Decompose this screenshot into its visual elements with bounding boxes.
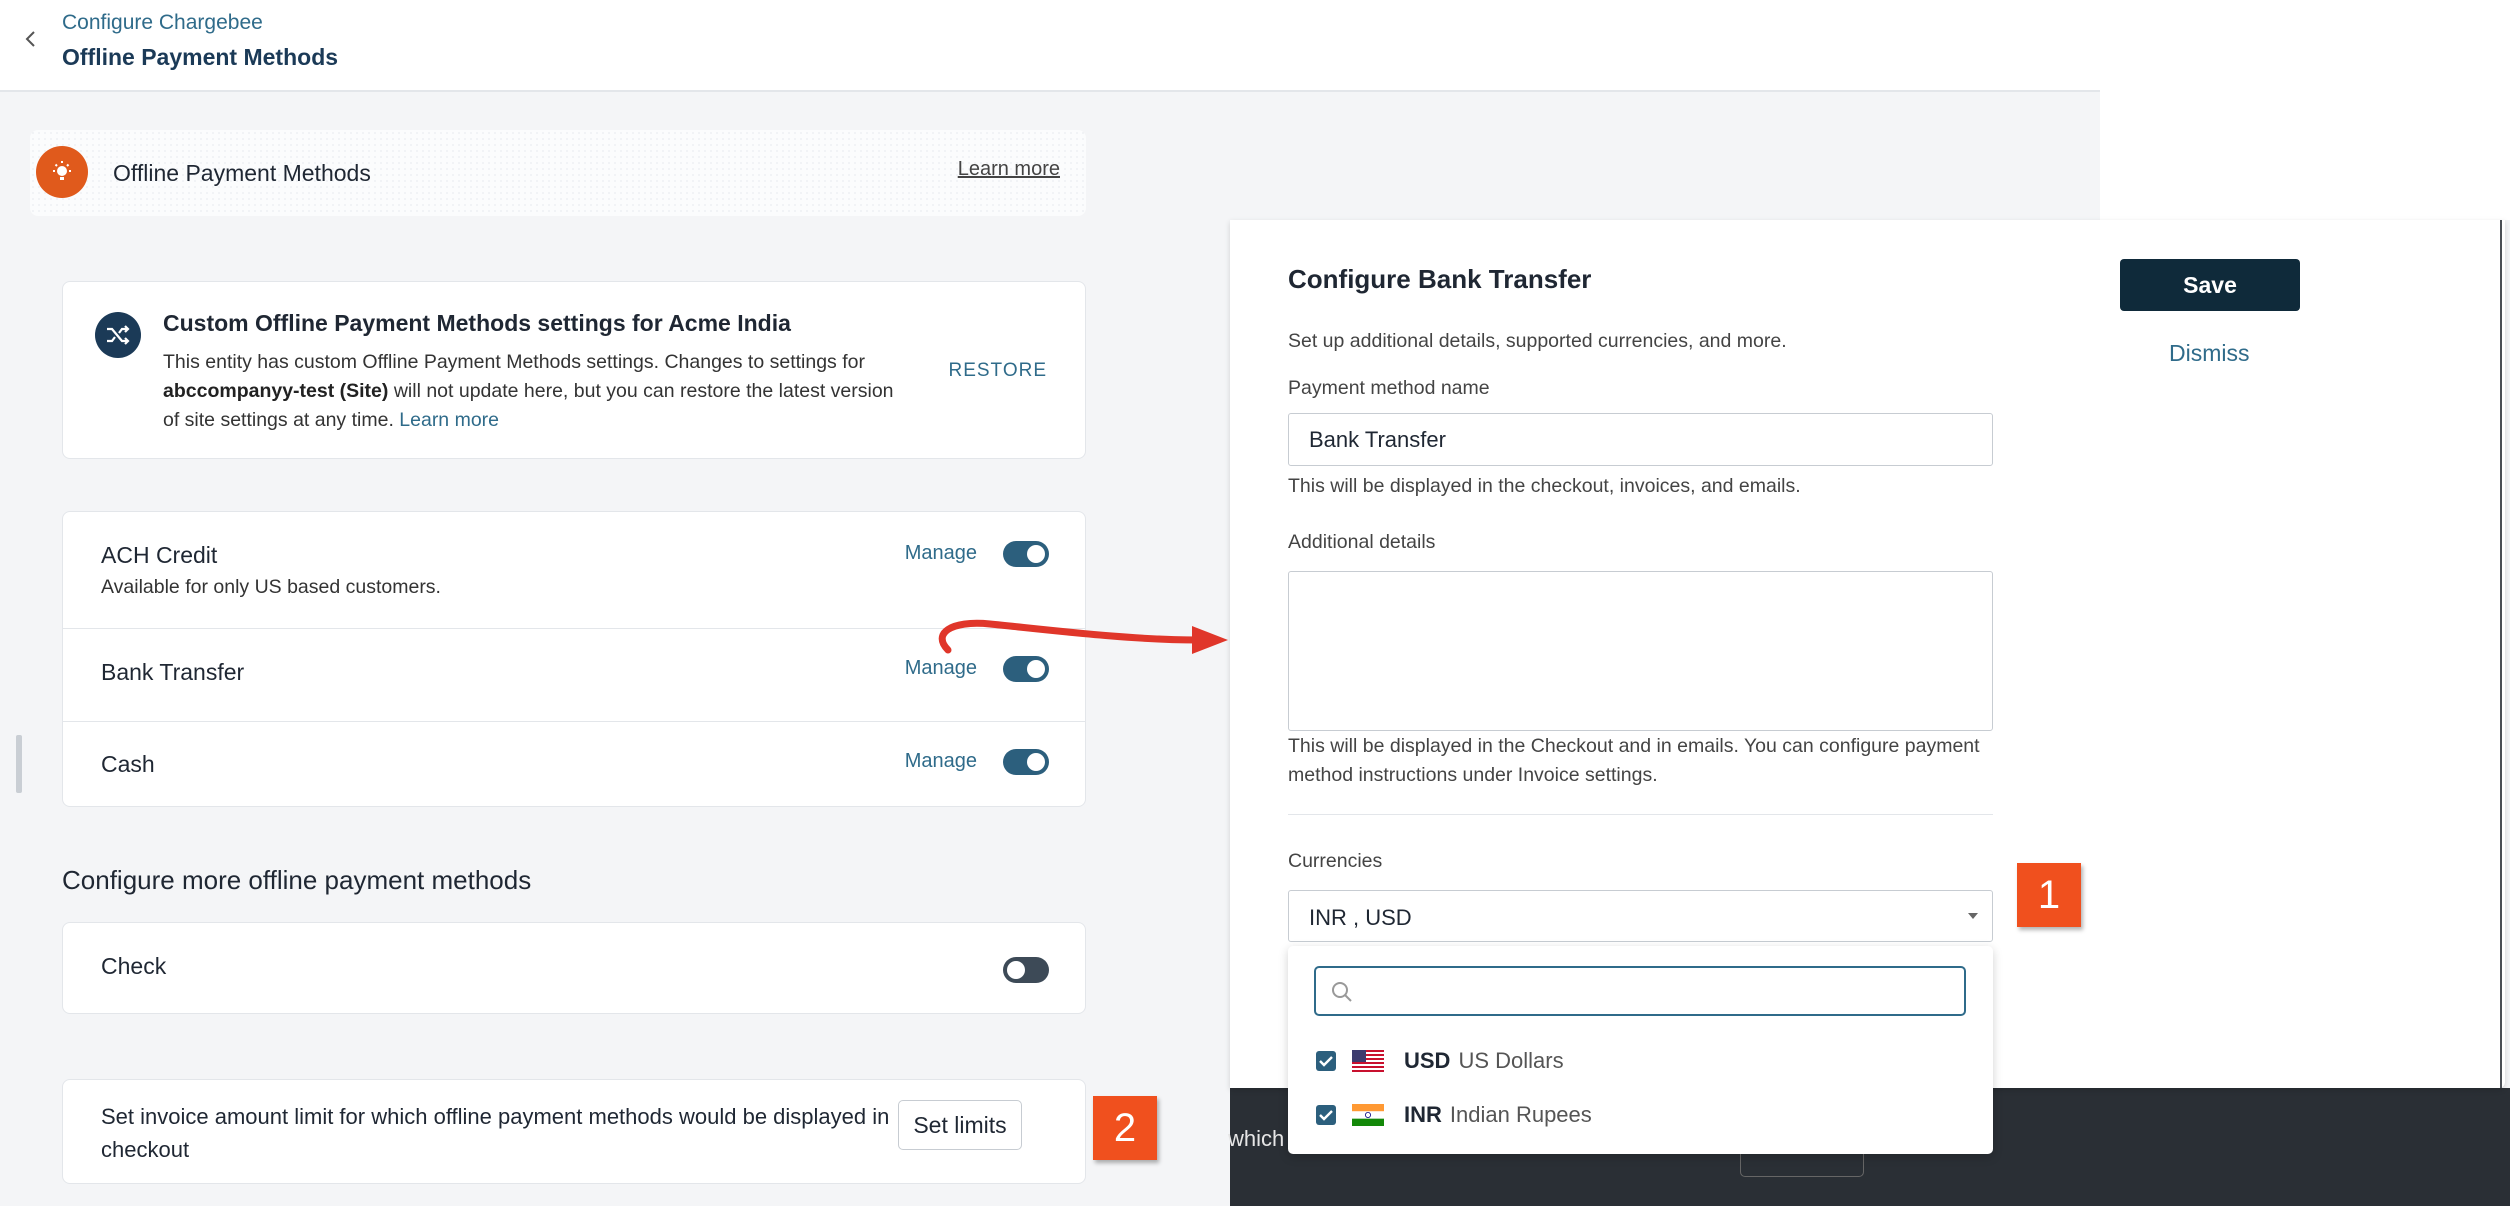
caret-down-icon	[1968, 913, 1978, 919]
currency-name: US Dollars	[1458, 1048, 1564, 1073]
drawer-title: Configure Bank Transfer	[1288, 264, 1592, 294]
custom-settings-card: Custom Offline Payment Methods settings …	[62, 281, 1086, 459]
back-button[interactable]	[20, 28, 42, 50]
us-flag-icon	[1352, 1050, 1384, 1072]
set-limits-button[interactable]: Set limits	[898, 1100, 1022, 1150]
currency-search-input[interactable]	[1314, 966, 1966, 1016]
drawer-edge	[2500, 220, 2502, 1088]
chevron-left-icon	[25, 31, 35, 47]
currency-name: Indian Rupees	[1449, 1102, 1592, 1127]
breadcrumb[interactable]: Configure Chargebee	[62, 11, 263, 35]
section-title: Configure more offline payment methods	[62, 865, 532, 895]
annotation-arrow-icon	[938, 619, 1228, 654]
manage-link[interactable]: Manage	[905, 542, 977, 565]
additional-details-textarea[interactable]	[1288, 571, 1993, 731]
learn-more-link[interactable]: Learn more	[958, 158, 1060, 181]
check-toggle[interactable]	[1003, 957, 1049, 983]
payment-method-name-input[interactable]	[1288, 413, 1993, 466]
manage-link[interactable]: Manage	[905, 750, 977, 773]
method-toggle[interactable]	[1003, 541, 1049, 567]
banner-title: Offline Payment Methods	[113, 160, 371, 186]
details-label: Additional details	[1288, 531, 1436, 553]
page-title: Offline Payment Methods	[62, 44, 339, 70]
check-icon	[1319, 1056, 1333, 1067]
currencies-select[interactable]: INR , USD	[1288, 890, 1993, 942]
drawer-subtitle: Set up additional details, supported cur…	[1288, 330, 1787, 352]
save-button[interactable]: Save	[2120, 259, 2300, 311]
manage-link[interactable]: Manage	[905, 657, 977, 680]
currency-code: USD	[1404, 1048, 1451, 1073]
desc-site-name: abccompanyy-test (Site)	[163, 380, 389, 402]
desc-text: This entity has custom Offline Payment M…	[163, 351, 865, 373]
limit-description: Set invoice amount limit for which offli…	[101, 1104, 890, 1162]
method-name: Cash	[101, 751, 155, 777]
lightbulb-icon	[36, 146, 88, 198]
restore-button[interactable]: RESTORE	[948, 360, 1047, 382]
check-icon	[1319, 1110, 1333, 1121]
checkbox[interactable]	[1316, 1105, 1336, 1125]
name-help-text: This will be displayed in the checkout, …	[1288, 475, 1801, 497]
currency-dropdown: USD US Dollars INR Indian Rupees	[1288, 946, 1993, 1154]
callout-badge-2: 2	[1093, 1096, 1157, 1160]
method-name: Check	[101, 953, 167, 979]
custom-settings-description: This entity has custom Offline Payment M…	[163, 348, 903, 435]
india-flag-icon	[1352, 1104, 1384, 1126]
list-item: Cash Manage	[63, 722, 1085, 808]
details-help-text: This will be displayed in the Checkout a…	[1288, 735, 1980, 786]
info-banner: Offline Payment Methods Learn more	[30, 130, 1086, 216]
callout-badge-1: 1	[2017, 863, 2081, 927]
name-label: Payment method name	[1288, 377, 1490, 399]
header-right-area	[2100, 0, 2510, 220]
page-header: Configure Chargebee Offline Payment Meth…	[0, 0, 2100, 92]
custom-settings-learn-more-link[interactable]: Learn more	[399, 409, 499, 431]
method-toggle[interactable]	[1003, 749, 1049, 775]
currency-option-usd[interactable]: USD US Dollars	[1316, 1044, 1564, 1078]
currencies-label: Currencies	[1288, 850, 1383, 872]
currency-code: INR	[1404, 1102, 1442, 1127]
backdrop-text: which	[1228, 1126, 1285, 1151]
currency-option-inr[interactable]: INR Indian Rupees	[1316, 1098, 1592, 1132]
custom-settings-title: Custom Offline Payment Methods settings …	[163, 310, 791, 336]
invoice-limit-card: Set invoice amount limit for which offli…	[62, 1079, 1086, 1184]
method-subtitle: Available for only US based customers.	[101, 576, 441, 598]
divider	[1288, 814, 1993, 815]
check-method-card: Check	[62, 922, 1086, 1014]
shuffle-icon	[95, 312, 141, 358]
method-name: Bank Transfer	[101, 659, 245, 685]
currencies-selected-value: INR , USD	[1309, 905, 1412, 930]
method-name: ACH Credit	[101, 542, 218, 568]
scroll-handle[interactable]	[16, 735, 22, 793]
dismiss-button[interactable]: Dismiss	[2169, 340, 2250, 367]
checkbox[interactable]	[1316, 1051, 1336, 1071]
search-icon	[1332, 982, 1352, 1002]
